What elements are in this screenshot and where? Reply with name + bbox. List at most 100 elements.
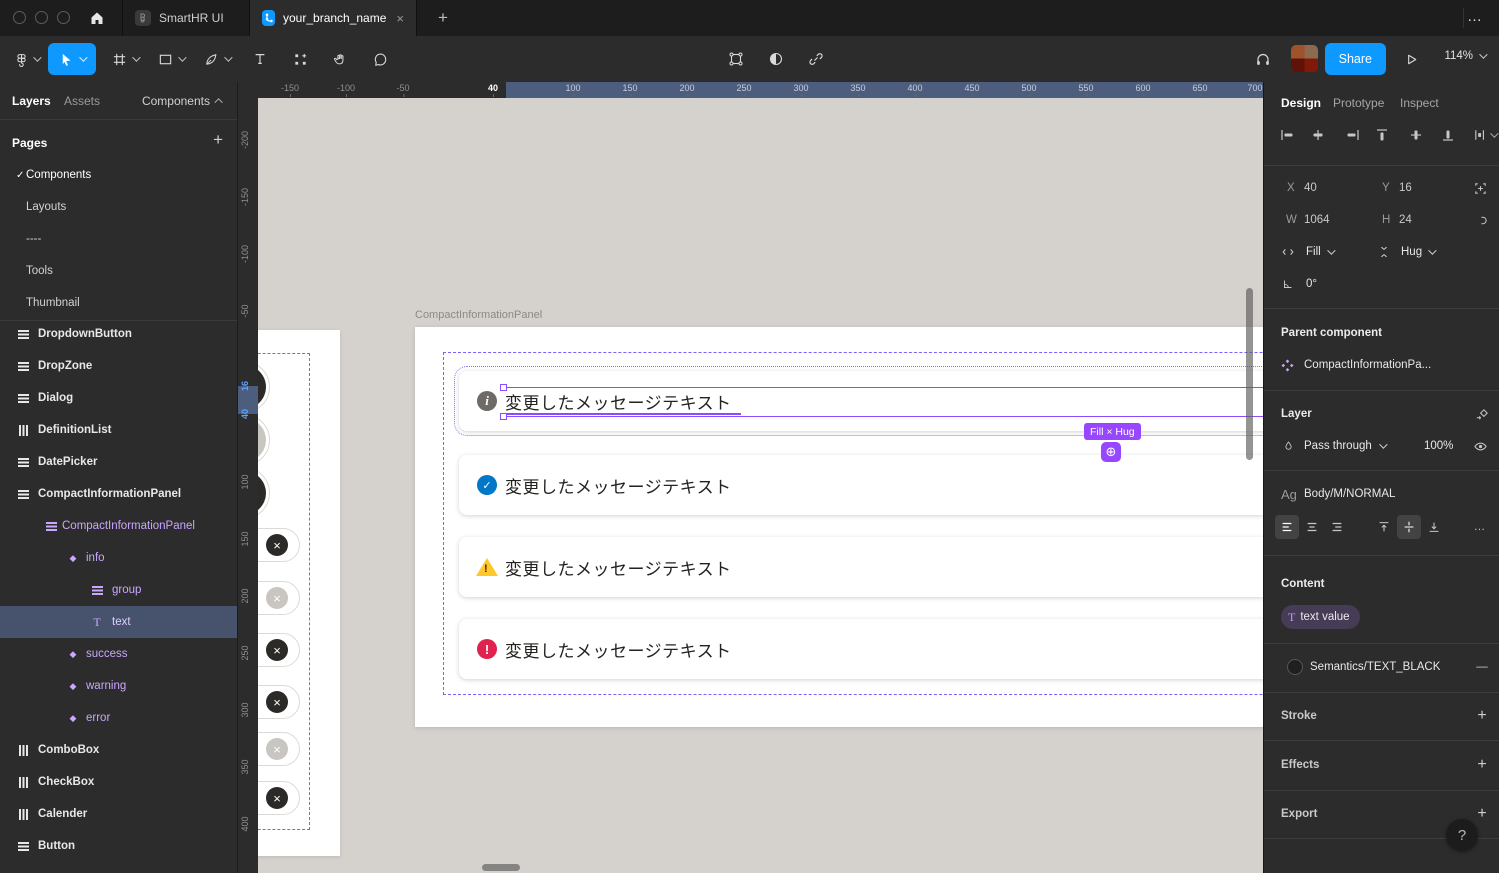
add-stroke-button[interactable]: +: [1472, 700, 1492, 732]
parent-component-row[interactable]: CompactInformationPa...: [1264, 349, 1499, 381]
blend-mode-select[interactable]: Pass through: [1304, 430, 1385, 462]
new-tab-button[interactable]: +: [430, 5, 456, 31]
window-zoom-button[interactable]: [57, 11, 70, 24]
layer-row[interactable]: ComboBox: [0, 734, 237, 766]
text-tool-button[interactable]: [246, 43, 274, 75]
canvas-vertical-scrollbar[interactable]: [1246, 288, 1253, 460]
fill-color-swatch[interactable]: [1287, 659, 1303, 675]
share-button[interactable]: Share: [1325, 43, 1386, 75]
audio-call-button[interactable]: [1249, 43, 1277, 75]
canvas-horizontal-scrollbar[interactable]: [482, 864, 520, 871]
selection-handle-top-left[interactable]: [500, 384, 507, 391]
hand-tool-button[interactable]: [326, 43, 354, 75]
tab-inspect[interactable]: Inspect: [1400, 87, 1439, 119]
tab-prototype[interactable]: Prototype: [1333, 87, 1384, 119]
auto-layout-icon[interactable]: ⊕: [1101, 442, 1121, 462]
layer-select-icon[interactable]: [1472, 398, 1492, 430]
align-bottom-icon[interactable]: [1440, 119, 1456, 151]
resources-tool-button[interactable]: [286, 43, 314, 75]
layer-row[interactable]: text: [0, 606, 237, 638]
layer-row[interactable]: CompactInformationPanel: [0, 478, 237, 510]
fill-row[interactable]: Semantics/TEXT_BLACK —: [1264, 651, 1499, 683]
layer-row[interactable]: CheckBox: [0, 766, 237, 798]
text-align-middle-button[interactable]: [1397, 515, 1421, 539]
move-tool-button[interactable]: [48, 43, 96, 75]
frame-tool-button[interactable]: [104, 43, 146, 75]
main-menu-button[interactable]: [8, 43, 44, 75]
horizontal-ruler[interactable]: -150-100-5040100150200250300350400450500…: [258, 82, 1263, 98]
zoom-menu[interactable]: 114%: [1444, 50, 1485, 62]
vertical-resizing-select[interactable]: Hug: [1401, 236, 1434, 268]
tab-assets[interactable]: Assets: [64, 82, 100, 120]
help-button[interactable]: ?: [1446, 819, 1478, 851]
close-tab-icon[interactable]: ×: [396, 11, 404, 26]
layer-row[interactable]: Dialog: [0, 382, 237, 414]
layer-row[interactable]: error: [0, 702, 237, 734]
tidy-up-icon[interactable]: [1472, 119, 1496, 151]
layer-row[interactable]: Button: [0, 830, 237, 862]
mask-button[interactable]: [762, 43, 790, 75]
align-horizontal-centers-icon[interactable]: [1310, 119, 1326, 151]
page-switcher[interactable]: Components: [142, 82, 223, 120]
shape-tool-button[interactable]: [150, 43, 192, 75]
page-item[interactable]: Layouts: [0, 191, 237, 223]
layer-row[interactable]: success: [0, 638, 237, 670]
constrain-proportions-icon[interactable]: [1470, 204, 1490, 236]
add-page-button[interactable]: +: [213, 130, 223, 150]
layer-row[interactable]: DropdownButton: [0, 318, 237, 350]
width-input[interactable]: 1064: [1304, 204, 1330, 236]
pen-tool-button[interactable]: [196, 43, 238, 75]
user-avatar[interactable]: [1291, 45, 1318, 72]
visibility-eye-icon[interactable]: [1470, 430, 1490, 462]
type-details-button[interactable]: …: [1469, 511, 1491, 543]
branch-tab-active[interactable]: your_branch_name ×: [249, 0, 417, 36]
rotation-input[interactable]: 0°: [1306, 268, 1317, 300]
text-align-center-button[interactable]: [1300, 515, 1324, 539]
vertical-ruler[interactable]: -200-150-100-501640100150200250300350400: [238, 98, 258, 873]
align-left-icon[interactable]: [1279, 119, 1295, 151]
more-options-icon[interactable]: …: [1461, 2, 1489, 31]
file-tab-smarthr-ui[interactable]: SmartHR UI: [122, 0, 248, 36]
opacity-input[interactable]: 100%: [1424, 430, 1453, 462]
page-item[interactable]: ----: [0, 223, 237, 255]
page-item[interactable]: ✓Components: [0, 159, 237, 191]
create-link-button[interactable]: [802, 43, 830, 75]
home-button[interactable]: [84, 6, 110, 30]
layer-row[interactable]: warning: [0, 670, 237, 702]
layer-row[interactable]: DefinitionList: [0, 414, 237, 446]
page-item[interactable]: Thumbnail: [0, 287, 237, 319]
align-top-icon[interactable]: [1374, 119, 1390, 151]
layer-row[interactable]: info: [0, 542, 237, 574]
text-style-row[interactable]: Ag Body/M/NORMAL: [1264, 478, 1499, 510]
page-item[interactable]: Tools: [0, 255, 237, 287]
constraints-icon[interactable]: [1470, 172, 1490, 204]
height-input[interactable]: 24: [1399, 204, 1412, 236]
align-vertical-centers-icon[interactable]: [1408, 119, 1424, 151]
window-minimize-button[interactable]: [35, 11, 48, 24]
window-close-button[interactable]: [13, 11, 26, 24]
layer-row[interactable]: group: [0, 574, 237, 606]
horizontal-resizing-select[interactable]: Fill: [1306, 236, 1333, 268]
text-align-bottom-button[interactable]: [1422, 515, 1446, 539]
layer-row[interactable]: DropZone: [0, 350, 237, 382]
text-align-left-button[interactable]: [1275, 515, 1299, 539]
layer-row[interactable]: DatePicker: [0, 446, 237, 478]
x-input[interactable]: 40: [1304, 172, 1317, 204]
text-align-top-button[interactable]: [1372, 515, 1396, 539]
align-right-icon[interactable]: [1345, 119, 1361, 151]
tab-design[interactable]: Design: [1281, 87, 1321, 119]
comment-tool-button[interactable]: [366, 43, 394, 75]
tab-layers[interactable]: Layers: [12, 82, 51, 120]
layer-row[interactable]: CompactInformationPanel: [0, 510, 237, 542]
canvas[interactable]: ××××××××× CompactInformationPanel i変更したメ…: [258, 98, 1263, 873]
remove-fill-button[interactable]: —: [1472, 651, 1492, 683]
text-align-right-button[interactable]: [1325, 515, 1349, 539]
edit-object-button[interactable]: [722, 43, 750, 75]
add-effect-button[interactable]: +: [1472, 749, 1492, 781]
content-text-property[interactable]: T text value: [1281, 605, 1360, 629]
present-button[interactable]: [1397, 43, 1425, 75]
frame-title[interactable]: CompactInformationPanel: [415, 309, 542, 321]
selection-handle-bottom-left[interactable]: [500, 413, 507, 420]
layer-row[interactable]: Calender: [0, 798, 237, 830]
y-input[interactable]: 16: [1399, 172, 1412, 204]
